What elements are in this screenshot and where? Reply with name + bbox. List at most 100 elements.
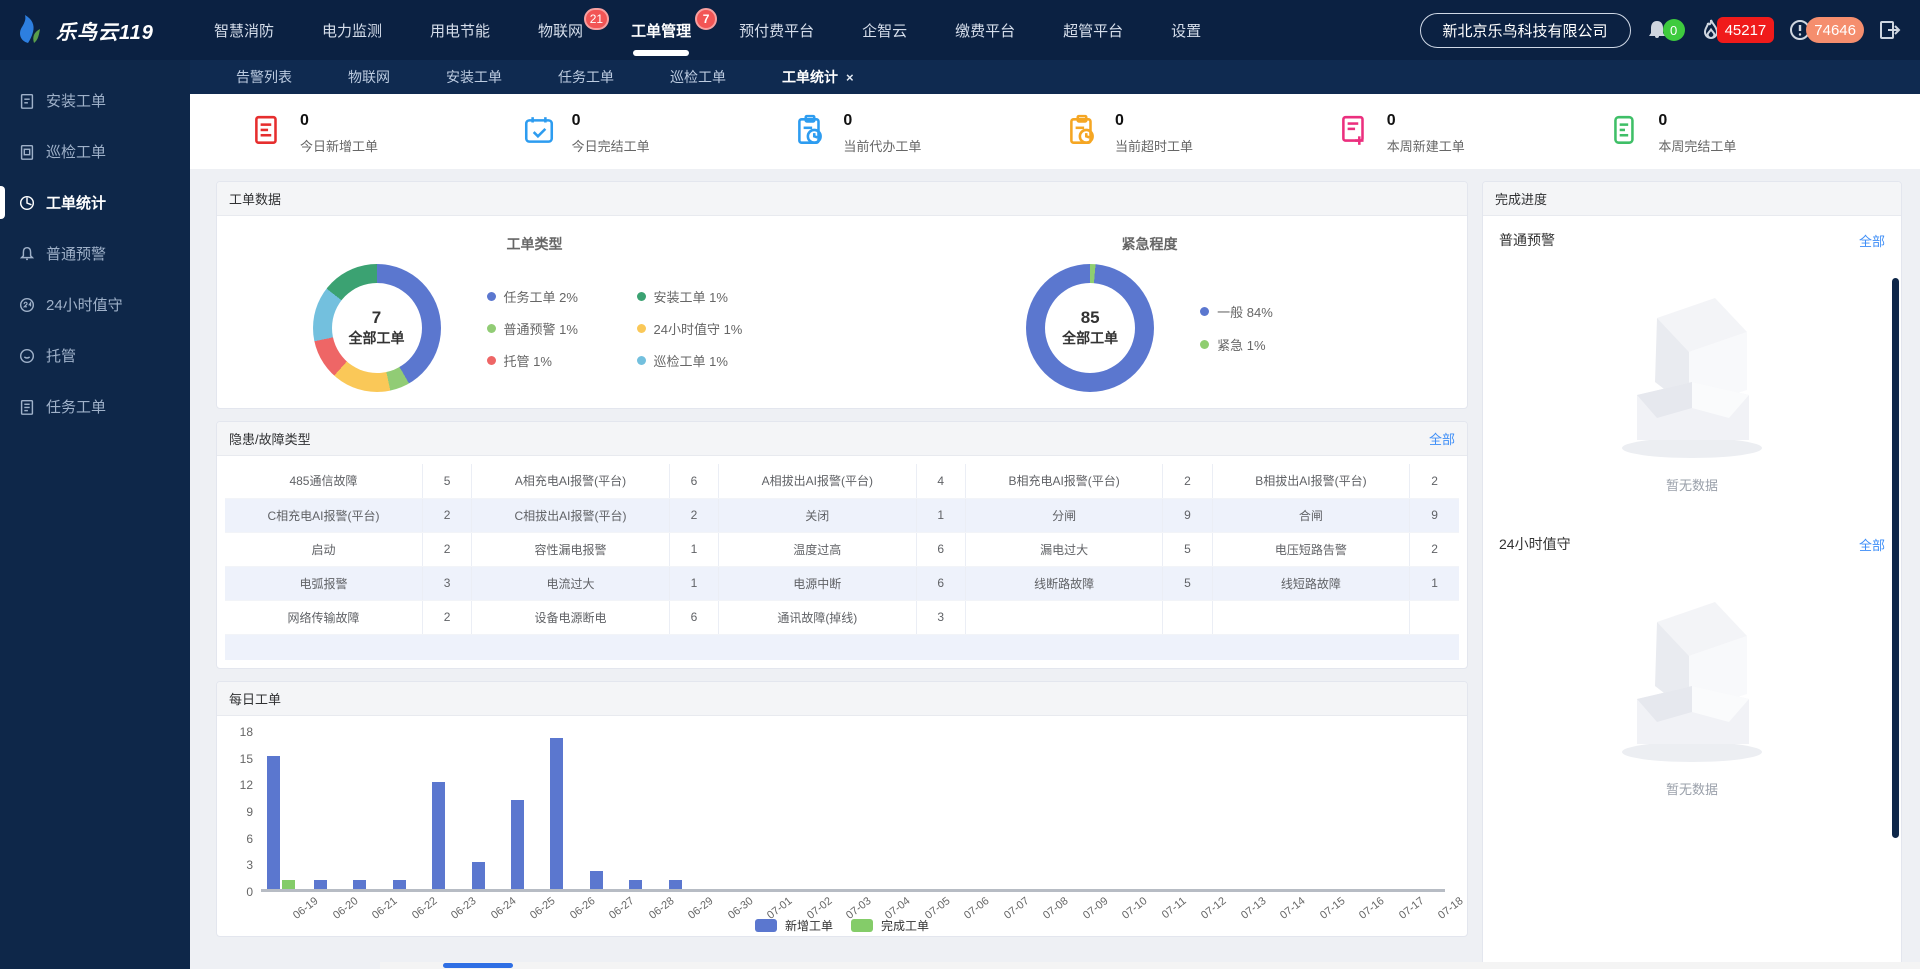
- company-selector[interactable]: 新北京乐鸟科技有限公司: [1420, 13, 1631, 48]
- legend-item-安装工单: 安装工单 1%: [637, 287, 757, 306]
- tab-label: 工单统计: [782, 67, 838, 87]
- topmenu-item-7[interactable]: 缴费平台: [931, 0, 1039, 60]
- legend-item-紧急: 紧急 1%: [1200, 335, 1273, 354]
- progress-all-link[interactable]: 全部: [1859, 535, 1885, 554]
- legend-label: 完成工单: [881, 917, 929, 934]
- sidebar-item-label: 工单统计: [46, 192, 106, 213]
- topmenu-item-1[interactable]: 电力监测: [298, 0, 406, 60]
- fault-name-cell: 线断路故障: [965, 566, 1162, 600]
- topmenu-item-9[interactable]: 设置: [1147, 0, 1225, 60]
- fault-type-all-link[interactable]: 全部: [1429, 429, 1455, 448]
- legend-dot: [487, 292, 496, 301]
- sidebar-item-托管[interactable]: 托管: [0, 335, 190, 376]
- topmenu-item-label: 电力监测: [322, 20, 382, 41]
- stat-value: 0: [572, 112, 650, 130]
- fault-count-cell: 2: [1410, 532, 1459, 566]
- topmenu-item-3[interactable]: 物联网21: [514, 0, 607, 60]
- duty-24h-icon: [18, 296, 36, 314]
- bar-slot-07-17: [1366, 732, 1405, 889]
- y-axis-tick: 12: [240, 778, 253, 792]
- sidebar-item-label: 托管: [46, 345, 76, 366]
- fault-name-cell: 电流过大: [472, 566, 669, 600]
- stat-value: 0: [300, 112, 378, 130]
- alert-group[interactable]: 74646: [1788, 17, 1864, 43]
- fault-table-row: 电弧报警3电流过大1电源中断6线断路故障5线短路故障1: [225, 566, 1459, 600]
- sidebar-item-安装工单[interactable]: 安装工单: [0, 80, 190, 121]
- fault-table-row: 网络传输故障2设备电源断电6通讯故障(掉线)3: [225, 600, 1459, 634]
- fault-count-cell: 5: [422, 464, 471, 498]
- bar-完成工单: [282, 880, 295, 889]
- tab-label: 告警列表: [236, 67, 292, 87]
- daily-orders-panel: 每日工单 181512963006-1906-2006-2106-2206-23…: [216, 681, 1468, 937]
- order-data-title: 工单数据: [229, 189, 281, 208]
- sidebar-item-任务工单[interactable]: 任务工单: [0, 386, 190, 427]
- order-type-chart-title: 工单类型: [227, 226, 842, 258]
- notification-bell-group[interactable]: 0: [1645, 18, 1685, 42]
- tab-告警列表[interactable]: 告警列表: [210, 67, 318, 87]
- bar-slot-06-29: [656, 732, 695, 889]
- fault-name-cell: 漏电过大: [965, 532, 1162, 566]
- fault-type-title: 隐患/故障类型: [229, 429, 311, 448]
- progress-all-link[interactable]: 全部: [1859, 231, 1885, 250]
- fire-alarm-group[interactable]: 45217: [1699, 17, 1775, 43]
- fault-count-cell: 1: [669, 532, 718, 566]
- tab-任务工单[interactable]: 任务工单: [532, 67, 640, 87]
- doc-plus-icon: [1337, 114, 1371, 148]
- legend-dot: [1200, 340, 1209, 349]
- alarm-bell-icon: [18, 245, 36, 263]
- fault-count-cell: 2: [1163, 464, 1212, 498]
- sidebar-item-工单统计[interactable]: 工单统计: [0, 182, 190, 223]
- legend-label: 托管 1%: [504, 351, 552, 370]
- logout-icon[interactable]: [1878, 18, 1902, 42]
- tab-巡检工单[interactable]: 巡检工单: [644, 67, 752, 87]
- bar-legend-item-完成工单: 完成工单: [851, 917, 929, 934]
- topmenu-item-2[interactable]: 用电节能: [406, 0, 514, 60]
- main-content: 0今日新增工单0今日完结工单0当前代办工单0当前超时工单0本周新建工单0本周完结…: [190, 94, 1920, 969]
- stat-label: 当前代办工单: [843, 136, 921, 155]
- bar-slot-07-10: [1090, 732, 1129, 889]
- bar-legend-item-新增工单: 新增工单: [755, 917, 833, 934]
- horizontal-scrollbar-thumb[interactable]: [443, 963, 513, 968]
- sidebar-item-普通预警[interactable]: 普通预警: [0, 233, 190, 274]
- fault-count-cell: 9: [1410, 498, 1459, 532]
- fault-count-cell: 6: [669, 600, 718, 634]
- legend-dot: [637, 292, 646, 301]
- bar-新增工单: [629, 880, 642, 889]
- topmenu-item-label: 智慧消防: [214, 20, 274, 41]
- stat-value: 0: [1387, 112, 1465, 130]
- bar-slot-07-13: [1208, 732, 1247, 889]
- topmenu-item-label: 用电节能: [430, 20, 490, 41]
- tab-安装工单[interactable]: 安装工单: [420, 67, 528, 87]
- topmenu-item-5[interactable]: 预付费平台: [715, 0, 838, 60]
- empty-box-illustration: [1597, 594, 1787, 769]
- brand-logo: 乐鸟云119: [0, 13, 190, 47]
- tab-工单统计[interactable]: 工单统计 ×: [756, 67, 880, 87]
- top-navigation-bar: 乐鸟云119 智慧消防 电力监测 用电节能 物联网21工单管理7预付费平台 企智云 缴费平…: [0, 0, 1920, 60]
- bar-新增工单: [590, 871, 603, 889]
- tab-物联网[interactable]: 物联网: [322, 67, 416, 87]
- chart-legend: 一般 84%紧急 1%: [1200, 302, 1273, 354]
- fault-count-cell: 2: [422, 600, 471, 634]
- topmenu-item-label: 企智云: [862, 20, 907, 41]
- topmenu-item-0[interactable]: 智慧消防: [190, 0, 298, 60]
- tab-close-icon[interactable]: ×: [846, 70, 854, 85]
- sidebar-item-24小时值守[interactable]: 24小时值守: [0, 284, 190, 325]
- legend-swatch: [755, 919, 777, 932]
- fault-count-cell: 4: [916, 464, 965, 498]
- topmenu-item-4[interactable]: 工单管理7: [607, 0, 715, 60]
- legend-label: 巡检工单 1%: [654, 351, 728, 370]
- donut-total-caption: 全部工单: [1062, 328, 1118, 348]
- sidebar-item-巡检工单[interactable]: 巡检工单: [0, 131, 190, 172]
- stat-card-今日新增工单: 0今日新增工单: [250, 112, 522, 155]
- progress-scrollbar[interactable]: [1892, 278, 1899, 838]
- bar-新增工单: [550, 738, 563, 889]
- bar-slot-07-12: [1169, 732, 1208, 889]
- clipboard-clock-icon: [793, 114, 827, 148]
- bar-slot-07-01: [735, 732, 774, 889]
- bar-slot-07-07: [971, 732, 1010, 889]
- tab-label: 巡检工单: [670, 67, 726, 87]
- fault-count-cell: 2: [1410, 464, 1459, 498]
- sidebar-item-label: 任务工单: [46, 396, 106, 417]
- topmenu-item-6[interactable]: 企智云: [838, 0, 931, 60]
- topmenu-item-8[interactable]: 超管平台: [1039, 0, 1147, 60]
